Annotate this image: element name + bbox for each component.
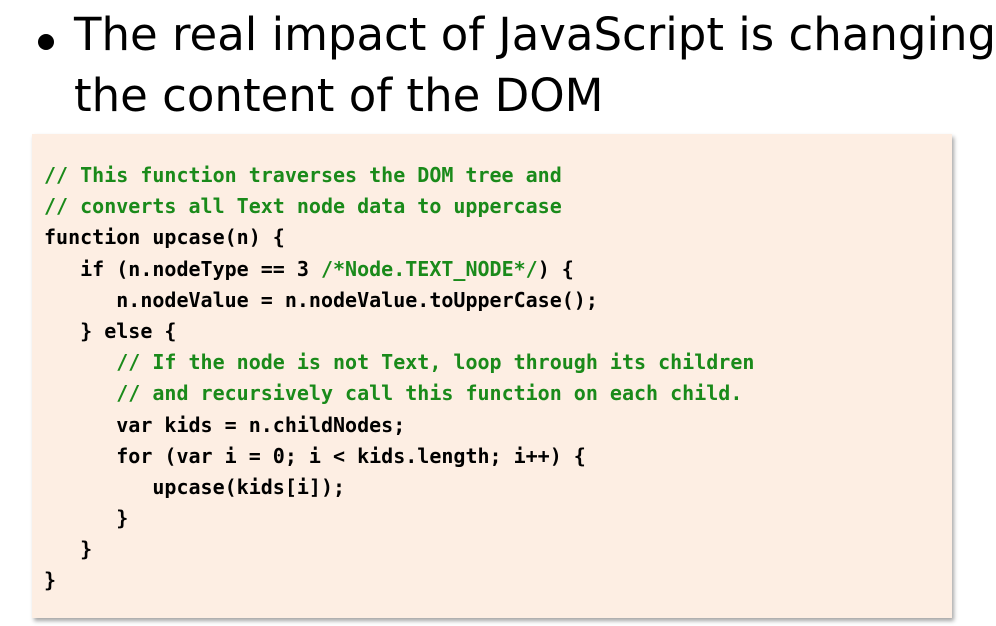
code-line: if (n.nodeType == 3 /*Node.TEXT_NODE*/) … xyxy=(80,256,574,281)
code-line: for (var i = 0; i < kids.length; i++) { xyxy=(116,443,586,468)
code-line: } xyxy=(116,506,129,531)
slide-heading: The real impact of JavaScript is changin… xyxy=(74,4,996,126)
code-line: var kids = n.childNodes; xyxy=(116,412,406,437)
heading-line-1: The real impact of JavaScript is changin… xyxy=(74,8,996,61)
code-comment: // This function traverses the DOM tree … xyxy=(44,163,562,187)
bullet-dot-icon xyxy=(38,34,54,50)
heading-line-2: the content of the DOM xyxy=(74,69,604,122)
code-line: // converts all Text node data to upperc… xyxy=(44,191,754,222)
code-line: } xyxy=(80,537,93,562)
code-line: // If the node is not Text, loop through… xyxy=(44,347,754,378)
code-comment: // and recursively call this function on… xyxy=(116,381,743,406)
code-line: } else { xyxy=(80,318,177,343)
code-comment: // converts all Text node data to upperc… xyxy=(44,194,562,219)
code-line: n.nodeValue = n.nodeValue.toUpperCase(); xyxy=(116,287,598,312)
code-comment: /*Node.TEXT_NODE*/ xyxy=(320,256,538,281)
code-listing: // This function traverses the DOM tree … xyxy=(44,160,754,597)
code-line: } xyxy=(44,568,57,593)
code-block: // This function traverses the DOM tree … xyxy=(32,134,952,618)
code-line: function upcase(n) { xyxy=(44,225,285,250)
code-line: // and recursively call this function on… xyxy=(44,378,754,409)
code-line: // This function traverses the DOM tree … xyxy=(44,160,754,191)
code-line: upcase(kids[i]); xyxy=(152,474,346,499)
code-comment: // If the node is not Text, loop through… xyxy=(116,350,755,375)
